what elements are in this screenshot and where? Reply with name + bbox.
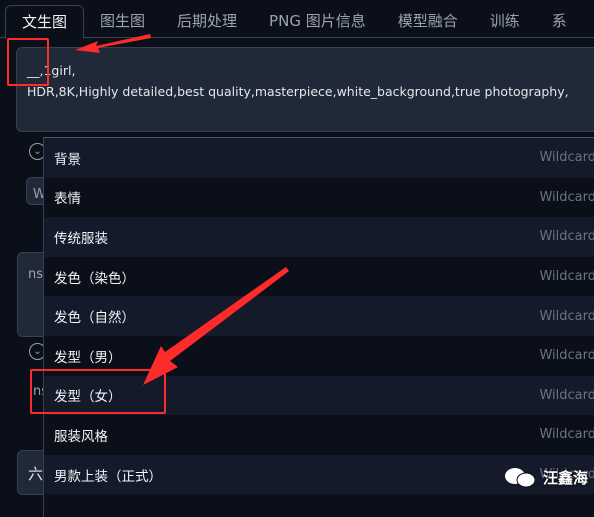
annotation-arrows [75,34,289,385]
watermark-text: 汪鑫海 [543,468,589,487]
arrow-icon [75,34,151,53]
wechat-icon [505,468,536,488]
watermark: 汪鑫海 [503,466,588,488]
arrow-icon [143,267,289,385]
